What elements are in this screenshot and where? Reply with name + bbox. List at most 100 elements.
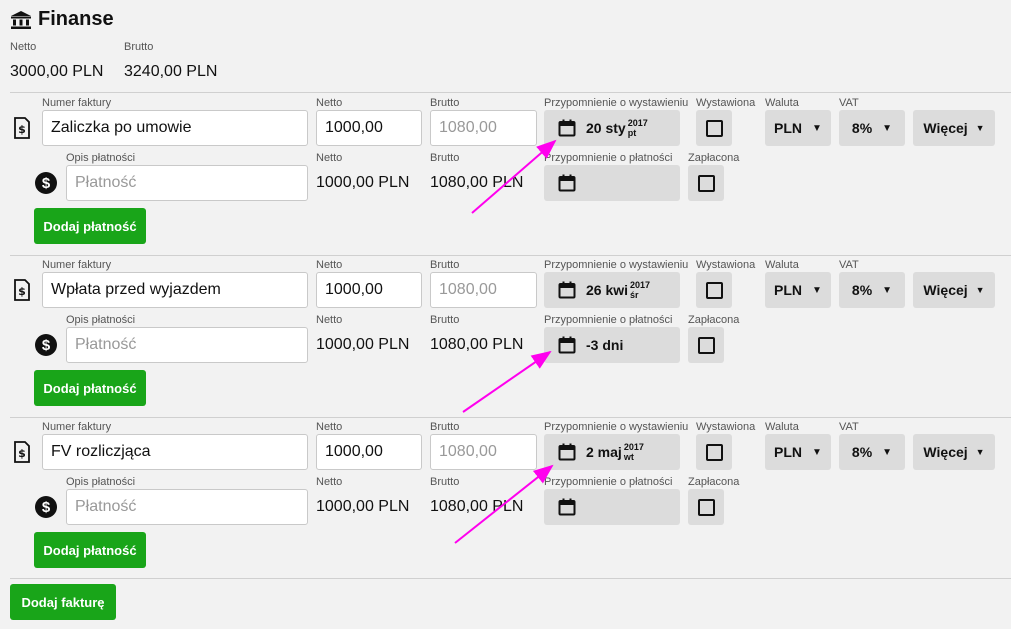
reminder-payment-label: Przypomnienie o płatności xyxy=(544,476,673,488)
issued-label: Wystawiona xyxy=(696,421,756,433)
add-invoice-button[interactable]: Dodaj fakturę xyxy=(10,584,116,620)
issued-label: Wystawiona xyxy=(696,259,756,271)
add-payment-button[interactable]: Dodaj płatność xyxy=(34,532,146,568)
calendar-icon xyxy=(558,336,576,354)
add-payment-button[interactable]: Dodaj płatność xyxy=(34,370,146,406)
netto-input[interactable]: 1000,00 xyxy=(316,434,422,470)
caret-down-icon: ▼ xyxy=(975,447,985,457)
payment-reminder-picker[interactable]: -3 dni xyxy=(544,327,680,363)
payment-icon: $ xyxy=(34,495,58,519)
currency-select[interactable]: PLN ▼ xyxy=(765,110,831,146)
brutto-input[interactable]: 1080,00 xyxy=(430,272,537,308)
invoice-icon: $ xyxy=(10,278,34,302)
issued-checkbox[interactable] xyxy=(696,434,732,470)
issue-date-day: 2 maj xyxy=(586,444,622,460)
issue-date-day: 20 sty xyxy=(586,120,626,136)
currency-select[interactable]: PLN ▼ xyxy=(765,272,831,308)
dollar-circle-icon: $ xyxy=(35,334,57,356)
paid-label: Zapłacona xyxy=(688,152,740,164)
calendar-icon xyxy=(558,281,576,299)
summary-netto-value: 3000,00 PLN xyxy=(10,63,104,80)
checkbox-square xyxy=(705,281,723,299)
invoice-number-input[interactable]: FV rozliczjąca xyxy=(42,434,308,470)
payment-reminder-picker[interactable] xyxy=(544,165,680,201)
invoice-number-input[interactable]: Zaliczka po umowie xyxy=(42,110,308,146)
divider xyxy=(10,417,1011,418)
issue-date-weekday: śr xyxy=(630,290,639,300)
payment-netto-value: 1000,00 PLN xyxy=(316,498,410,515)
add-payment-button[interactable]: Dodaj płatność xyxy=(34,208,146,244)
divider xyxy=(10,255,1011,256)
reminder-payment-label: Przypomnienie o płatności xyxy=(544,314,673,326)
issue-date-picker[interactable]: 20 sty 2017 pt xyxy=(544,110,680,146)
calendar-icon xyxy=(558,498,576,516)
reminder-issue-label: Przypomnienie o wystawieniu xyxy=(544,259,689,271)
bank-icon xyxy=(11,10,31,29)
vat-select[interactable]: 8% ▼ xyxy=(839,272,905,308)
payment-reminder-picker[interactable] xyxy=(544,489,680,525)
more-dropdown[interactable]: Więcej ▼ xyxy=(913,434,995,470)
paid-label: Zapłacona xyxy=(688,476,740,488)
issued-checkbox[interactable] xyxy=(696,110,732,146)
issue-date-year: 2017 xyxy=(623,442,644,452)
calendar-icon xyxy=(558,174,576,192)
invoice-number-label: Numer faktury xyxy=(42,259,112,271)
payment-desc-input[interactable]: Płatność xyxy=(66,327,308,363)
vat-label: VAT xyxy=(839,421,859,433)
paid-checkbox[interactable] xyxy=(688,489,724,525)
issue-date-weekday: pt xyxy=(627,128,637,138)
page-title: Finanse xyxy=(10,8,114,31)
netto-label: Netto xyxy=(316,97,343,109)
payment-icon: $ xyxy=(34,333,58,357)
more-dropdown[interactable]: Więcej ▼ xyxy=(913,272,995,308)
svg-text:$: $ xyxy=(18,447,26,460)
checkbox-square xyxy=(697,174,715,192)
dollar-circle-icon: $ xyxy=(35,172,57,194)
paid-checkbox[interactable] xyxy=(688,327,724,363)
payment-brutto-value: 1080,00 PLN xyxy=(430,336,524,353)
summary-brutto-value: 3240,00 PLN xyxy=(124,63,218,80)
svg-text:$: $ xyxy=(18,285,26,298)
currency-select[interactable]: PLN ▼ xyxy=(765,434,831,470)
vat-select[interactable]: 8% ▼ xyxy=(839,110,905,146)
payment-desc-label: Opis płatności xyxy=(66,476,136,488)
issue-date-picker[interactable]: 26 kwi 2017 śr xyxy=(544,272,680,308)
vat-value: 8% xyxy=(851,444,873,460)
brutto-label: Brutto xyxy=(430,259,460,271)
calendar-icon xyxy=(558,443,576,461)
netto-label: Netto xyxy=(316,421,343,433)
invoice-icon: $ xyxy=(10,116,34,140)
vat-label: VAT xyxy=(839,259,859,271)
paid-label: Zapłacona xyxy=(688,314,740,326)
netto-input[interactable]: 1000,00 xyxy=(316,272,422,308)
currency-label: Waluta xyxy=(765,97,799,109)
issue-date-weekday: wt xyxy=(623,452,634,462)
currency-label: Waluta xyxy=(765,421,799,433)
issued-label: Wystawiona xyxy=(696,97,756,109)
more-dropdown[interactable]: Więcej ▼ xyxy=(913,110,995,146)
issue-date-year: 2017 xyxy=(627,118,648,128)
brutto-input[interactable]: 1080,00 xyxy=(430,434,537,470)
payment-desc-input[interactable]: Płatność xyxy=(66,489,308,525)
issue-date-picker[interactable]: 2 maj 2017 wt xyxy=(544,434,680,470)
checkbox-square xyxy=(705,443,723,461)
brutto-input[interactable]: 1080,00 xyxy=(430,110,537,146)
caret-down-icon: ▼ xyxy=(812,446,822,458)
invoice-dollar-icon: $ xyxy=(14,117,30,139)
caret-down-icon: ▼ xyxy=(975,285,985,295)
page-title-text: Finanse xyxy=(38,8,114,30)
summary-brutto-label: Brutto xyxy=(124,41,154,53)
paid-checkbox[interactable] xyxy=(688,165,724,201)
issue-date-day: 26 kwi xyxy=(586,282,629,298)
invoice-dollar-icon: $ xyxy=(14,279,30,301)
invoice-number-input[interactable]: Wpłata przed wyjazdem xyxy=(42,272,308,308)
annotation-arrow xyxy=(462,350,552,413)
payment-netto-value: 1000,00 PLN xyxy=(316,174,410,191)
vat-select[interactable]: 8% ▼ xyxy=(839,434,905,470)
payment-desc-input[interactable]: Płatność xyxy=(66,165,308,201)
issued-checkbox[interactable] xyxy=(696,272,732,308)
netto-input[interactable]: 1000,00 xyxy=(316,110,422,146)
payment-netto-label: Netto xyxy=(316,476,343,488)
payment-brutto-label: Brutto xyxy=(430,476,460,488)
payment-brutto-label: Brutto xyxy=(430,152,460,164)
